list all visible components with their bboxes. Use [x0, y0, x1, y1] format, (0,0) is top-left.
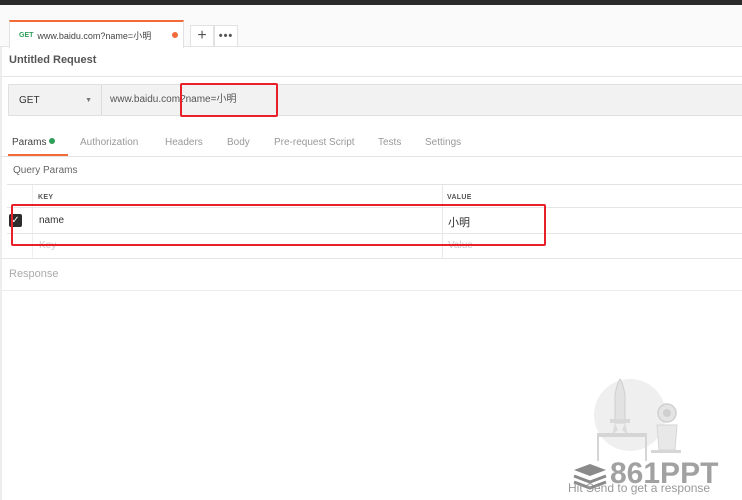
request-title[interactable]: Untitled Request: [9, 54, 96, 66]
tab-params[interactable]: Params: [12, 137, 56, 148]
chevron-down-icon: ▼: [85, 97, 92, 104]
response-label: Response: [9, 268, 59, 280]
tab-headers[interactable]: Headers: [165, 137, 203, 148]
unsaved-dot-icon: [172, 32, 178, 38]
tab-pre-request-script[interactable]: Pre-request Script: [274, 137, 355, 148]
tab-body[interactable]: Body: [227, 137, 250, 148]
tab-settings[interactable]: Settings: [425, 137, 461, 148]
divider: [0, 290, 742, 291]
new-tab-button[interactable]: +: [190, 25, 214, 47]
active-tab-underline: [8, 154, 68, 156]
tab-params-label: Params: [12, 137, 47, 148]
more-tabs-button[interactable]: •••: [214, 25, 238, 47]
url-highlight-box: [180, 83, 278, 117]
tab-authorization[interactable]: Authorization: [80, 137, 138, 148]
divider: [0, 258, 742, 259]
params-active-dot-icon: [49, 138, 56, 144]
query-params-label: Query Params: [13, 165, 78, 176]
param-row-highlight-box: [11, 204, 546, 246]
tab-url: www.baidu.com?name=小明: [37, 30, 152, 41]
method-label: GET: [19, 94, 40, 106]
left-edge: [0, 5, 2, 500]
key-column-header: KEY: [38, 194, 54, 201]
value-column-header: VALUE: [447, 194, 472, 201]
request-tab[interactable]: GET www.baidu.com?name=小明: [9, 20, 184, 48]
send-hint: Hit Send to get a response: [568, 481, 711, 495]
tab-strip: GET www.baidu.com?name=小明 + •••: [0, 5, 742, 48]
tab-method: GET: [19, 31, 34, 39]
divider: [0, 76, 742, 77]
tab-tests[interactable]: Tests: [378, 137, 401, 148]
rocket-astronaut-icon: [594, 378, 681, 461]
request-subtabs: Params Authorization Headers Body Pre-re…: [0, 130, 742, 157]
method-select[interactable]: GET ▼: [9, 85, 102, 115]
request-bar: GET ▼ www.baidu.com?name=小明: [8, 84, 742, 116]
